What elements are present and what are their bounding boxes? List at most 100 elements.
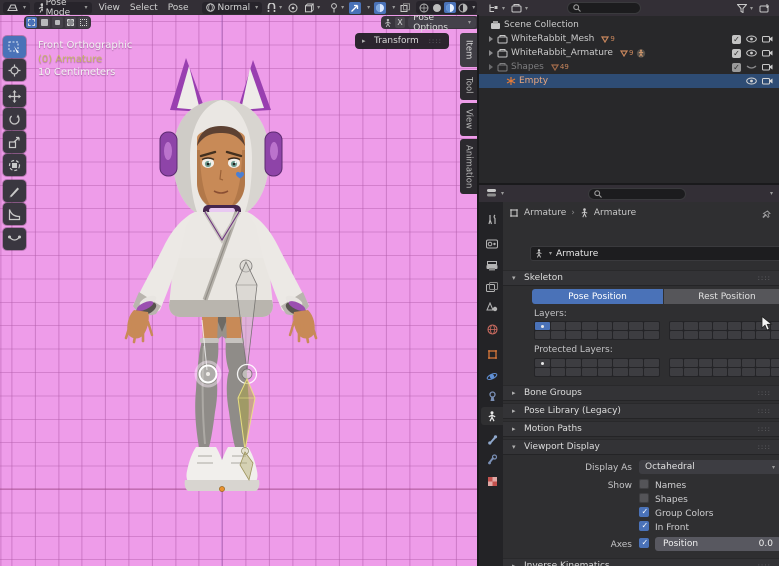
layer-toggle-cell[interactable] [629, 359, 644, 367]
layer-toggle-cell[interactable] [535, 368, 550, 376]
expand-arrow-icon[interactable] [489, 36, 493, 42]
select-mode-intersect-button[interactable] [78, 17, 89, 28]
tab-physics[interactable] [481, 367, 503, 385]
mirror-x-toggle[interactable]: X [395, 17, 405, 28]
panel-header-viewport-display[interactable]: ▾Viewport Display:::: [503, 439, 779, 455]
names-checkbox[interactable] [639, 479, 649, 489]
layer-toggle-cell[interactable] [582, 368, 597, 376]
armature-name-field[interactable]: ▾ Armature [530, 246, 779, 261]
layer-toggle-cell[interactable] [756, 331, 769, 339]
outliner-filter-button[interactable]: ▾ [736, 2, 754, 14]
layer-toggle-cell[interactable] [728, 322, 741, 330]
layer-toggle-cell[interactable] [629, 331, 644, 339]
shading-rendered-button[interactable] [457, 2, 469, 13]
layer-toggle-cell[interactable] [582, 331, 597, 339]
layer-toggle-cell[interactable] [613, 322, 628, 330]
pivot-point-dropdown[interactable]: ▾ [303, 2, 321, 14]
layer-toggle-cell[interactable] [598, 368, 613, 376]
menu-view[interactable]: View [96, 3, 123, 13]
tool-measure-button[interactable] [3, 203, 26, 225]
layer-toggle-cell[interactable] [644, 331, 659, 339]
layer-toggle-cell[interactable] [684, 368, 697, 376]
pose-options-dropdown[interactable]: Pose Options▾ [408, 17, 476, 28]
layer-toggle-cell[interactable] [566, 322, 581, 330]
pose-position-button[interactable]: Pose Position [532, 289, 663, 304]
expand-arrow-icon[interactable] [489, 64, 493, 70]
outliner-row-empty[interactable]: Empty [479, 74, 779, 88]
layer-toggle-cell[interactable] [629, 322, 644, 330]
outliner-row-scene-collection[interactable]: Scene Collection [479, 18, 779, 32]
tab-object-constraints[interactable] [481, 387, 503, 405]
tab-object-data-armature[interactable] [481, 407, 503, 425]
disable-render-camera-icon[interactable] [762, 63, 773, 71]
layer-toggle-cell[interactable] [684, 359, 697, 367]
layer-toggle-cell[interactable] [699, 322, 712, 330]
layer-toggle-cell[interactable] [582, 359, 597, 367]
group-colors-checkbox[interactable] [639, 507, 649, 517]
display-as-dropdown[interactable]: Octahedral ▾ [639, 460, 779, 474]
layer-toggle-cell[interactable] [598, 331, 613, 339]
tab-bone-constraints[interactable] [481, 450, 503, 468]
layer-toggle-cell[interactable] [728, 331, 741, 339]
layer-toggle-cell[interactable] [613, 368, 628, 376]
layer-toggle-cell[interactable] [684, 331, 697, 339]
transform-panel-header[interactable]: ▸ Transform :::: [355, 33, 449, 49]
rest-position-button[interactable]: Rest Position [664, 289, 779, 304]
disable-render-camera-icon[interactable] [762, 49, 773, 57]
tool-transform-button[interactable] [3, 154, 26, 176]
exclude-checkbox[interactable]: ✓ [732, 63, 741, 72]
select-mode-extend-button[interactable] [39, 17, 50, 28]
disable-render-camera-icon[interactable] [762, 35, 773, 43]
layer-toggle-cell[interactable] [598, 322, 613, 330]
layer-toggle-cell[interactable] [670, 359, 683, 367]
layer-toggle-cell[interactable] [728, 368, 741, 376]
hide-eye-icon[interactable] [746, 35, 757, 43]
tool-annotate-button[interactable] [3, 180, 26, 202]
layer-toggle-cell[interactable] [566, 331, 581, 339]
layer-toggle-cell[interactable] [644, 322, 659, 330]
tab-texture[interactable] [481, 472, 503, 490]
disable-render-camera-icon[interactable] [762, 77, 773, 85]
layer-toggle-cell[interactable] [598, 359, 613, 367]
panel-header-skeleton[interactable]: ▾Skeleton:::: [503, 270, 779, 286]
tab-object[interactable] [481, 345, 503, 363]
show-gizmo-toggle[interactable] [399, 2, 412, 14]
tool-select-box-button[interactable] [3, 36, 26, 58]
layer-toggle-cell[interactable] [699, 359, 712, 367]
layer-toggle-cell[interactable] [535, 359, 550, 367]
layer-toggle-cell[interactable] [728, 359, 741, 367]
axes-checkbox[interactable] [639, 538, 649, 548]
hide-eye-icon[interactable] [746, 77, 757, 85]
layer-toggle-cell[interactable] [742, 331, 755, 339]
sidebar-tab-view[interactable]: View [460, 103, 477, 136]
viewport-3d[interactable]: X Pose Options▾ Front Orthographic (0) A… [0, 15, 479, 566]
proportional-falloff-icon[interactable] [287, 2, 299, 14]
layer-toggle-cell[interactable] [670, 322, 683, 330]
tool-rotate-button[interactable] [3, 108, 26, 130]
properties-options-dropdown[interactable]: ▾ [770, 190, 773, 197]
tool-scale-button[interactable] [3, 131, 26, 153]
panel-header-motion-paths[interactable]: ▸Motion Paths:::: [503, 421, 779, 437]
layer-toggle-cell[interactable] [699, 368, 712, 376]
tab-tool[interactable] [481, 210, 503, 228]
tab-scene[interactable] [481, 298, 503, 316]
expand-arrow-icon[interactable] [489, 50, 493, 56]
layer-toggle-cell[interactable] [756, 368, 769, 376]
new-collection-button[interactable] [758, 2, 771, 14]
sidebar-tab-item[interactable]: Item [460, 33, 477, 67]
shading-wireframe-button[interactable] [418, 2, 430, 13]
proportional-editing-toggle[interactable] [374, 2, 386, 14]
layer-toggle-cell[interactable] [713, 368, 726, 376]
menu-select[interactable]: Select [127, 3, 161, 13]
outliner-search-input[interactable] [567, 2, 641, 14]
select-mode-invert-button[interactable] [65, 17, 76, 28]
panel-header-pose-library[interactable]: ▸Pose Library (Legacy):::: [503, 403, 779, 419]
outliner-row-whiterabbit-mesh[interactable]: WhiteRabbit_Mesh 9 ✓ [479, 32, 779, 46]
shading-material-preview-button[interactable] [444, 2, 456, 13]
layer-toggle-cell[interactable] [771, 359, 779, 367]
layer-toggle-cell[interactable] [535, 331, 550, 339]
exclude-checkbox[interactable]: ✓ [732, 49, 741, 58]
layer-toggle-cell[interactable] [713, 322, 726, 330]
tool-pose-breakdowner-button[interactable] [3, 228, 26, 250]
layer-toggle-cell[interactable] [670, 331, 683, 339]
